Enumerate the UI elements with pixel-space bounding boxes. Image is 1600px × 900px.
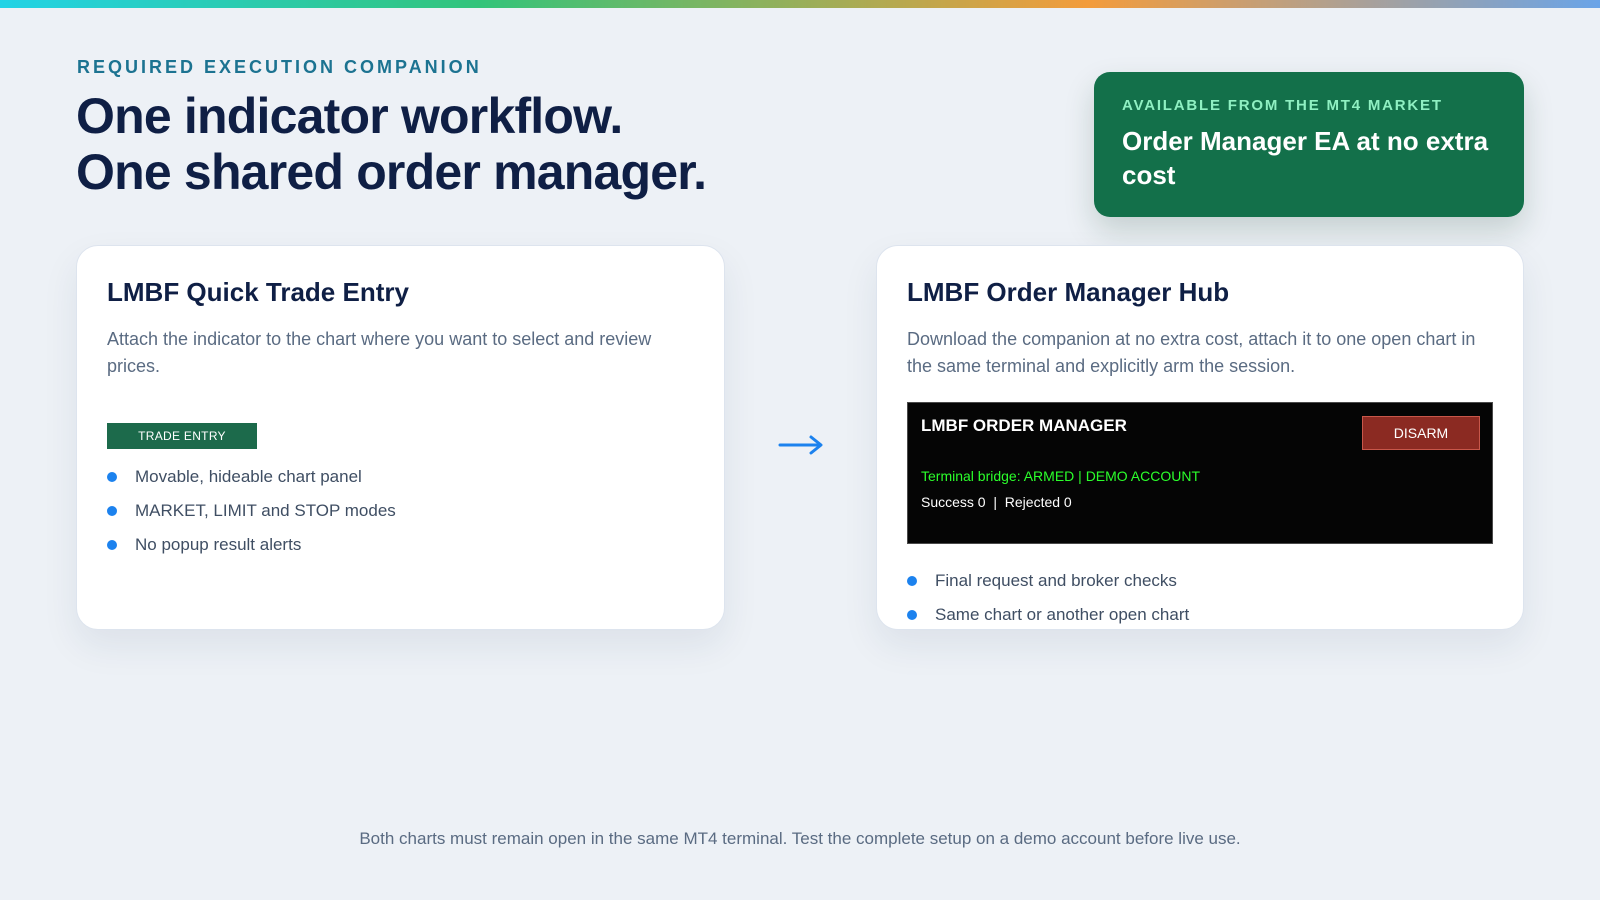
feature-item: No popup result alerts bbox=[107, 528, 396, 562]
card-title: LMBF Order Manager Hub bbox=[907, 277, 1230, 307]
page: REQUIRED EXECUTION COMPANION One indicat… bbox=[0, 0, 1600, 900]
bullet-dot-icon bbox=[907, 609, 917, 620]
order-manager-panel: LMBF ORDER MANAGER DISARM Terminal bridg… bbox=[907, 402, 1493, 544]
promo-eyebrow: AVAILABLE FROM THE MT4 MARKET bbox=[1122, 97, 1443, 114]
trade-entry-button[interactable]: TRADE ENTRY bbox=[107, 423, 257, 449]
bullet-dot-icon bbox=[107, 505, 117, 516]
section-eyebrow: REQUIRED EXECUTION COMPANION bbox=[77, 57, 482, 77]
headline-line-1: One indicator workflow. bbox=[76, 88, 623, 144]
card-title: LMBF Quick Trade Entry bbox=[107, 277, 409, 307]
bullet-dot-icon bbox=[107, 471, 117, 482]
feature-list: Movable, hideable chart panel MARKET, LI… bbox=[107, 460, 396, 562]
headline-line-2: One shared order manager. bbox=[76, 144, 707, 200]
feature-item: Same chart or another open chart bbox=[907, 598, 1190, 629]
quick-trade-entry-card: LMBF Quick Trade Entry Attach the indica… bbox=[76, 245, 725, 630]
feature-item: Final request and broker checks bbox=[907, 564, 1189, 598]
bullet-dot-icon bbox=[907, 575, 917, 586]
disarm-button[interactable]: DISARM bbox=[1362, 416, 1480, 450]
feature-text: Final request and broker checks bbox=[935, 571, 1177, 590]
feature-text: Same chart or another open chart bbox=[935, 605, 1190, 624]
top-gradient-bar bbox=[0, 0, 1600, 8]
market-promo-card: AVAILABLE FROM THE MT4 MARKET Order Mana… bbox=[1094, 72, 1524, 217]
page-headline: One indicator workflow. One shared order… bbox=[76, 88, 707, 200]
feature-text: Movable, hideable chart panel bbox=[135, 467, 362, 486]
result-counts: Success 0 | Rejected 0 bbox=[921, 494, 1072, 510]
arrow-right-icon bbox=[778, 435, 823, 455]
bullet-dot-icon bbox=[107, 539, 117, 550]
feature-item: Movable, hideable chart panel bbox=[107, 460, 396, 494]
feature-item: MARKET, LIMIT and STOP modes bbox=[107, 494, 396, 528]
feature-text: No popup result alerts bbox=[135, 535, 302, 554]
footnote: Both charts must remain open in the same… bbox=[359, 829, 1241, 848]
feature-list: Final request and broker checks Same cha… bbox=[907, 564, 1190, 629]
order-manager-hub-card: LMBF Order Manager Hub Download the comp… bbox=[876, 245, 1524, 630]
feature-text: MARKET, LIMIT and STOP modes bbox=[135, 501, 396, 520]
card-description: Download the companion at no extra cost,… bbox=[907, 329, 1476, 376]
terminal-bridge-status: Terminal bridge: ARMED | DEMO ACCOUNT bbox=[921, 468, 1201, 484]
panel-title: LMBF ORDER MANAGER bbox=[921, 416, 1127, 435]
card-description: Attach the indicator to the chart where … bbox=[107, 329, 652, 376]
promo-title: Order Manager EA at no extra cost bbox=[1122, 126, 1489, 190]
